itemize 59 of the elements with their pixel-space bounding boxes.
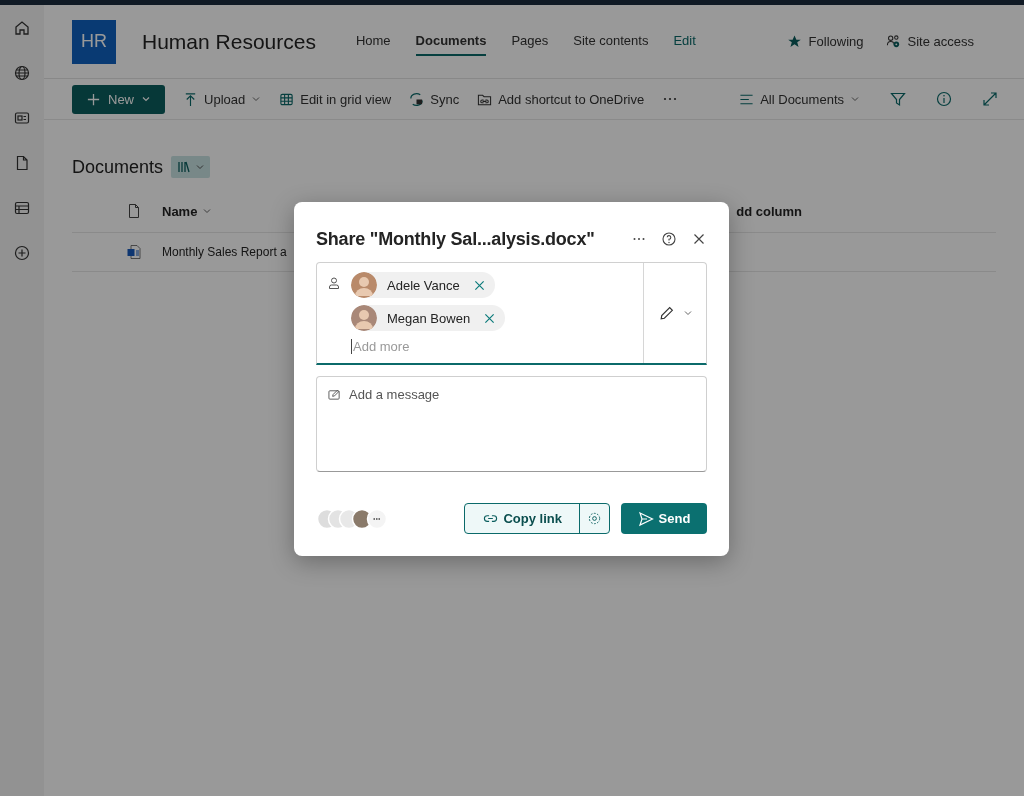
chevron-down-icon bbox=[850, 94, 860, 104]
new-button[interactable]: New bbox=[72, 84, 165, 114]
file-type-icon bbox=[126, 203, 142, 219]
column-header[interactable]: Name bbox=[162, 203, 213, 219]
avatar-icon bbox=[351, 305, 377, 331]
site-title: Human Resources bbox=[142, 29, 316, 54]
edit-link[interactable]: Edit bbox=[673, 27, 696, 56]
send-icon bbox=[637, 510, 654, 527]
expand-icon[interactable] bbox=[982, 91, 998, 107]
remove-icon[interactable] bbox=[484, 312, 496, 324]
following-button[interactable]: Following bbox=[786, 34, 864, 49]
list-icon[interactable] bbox=[13, 199, 31, 217]
recipients-field[interactable]: Adele Vance Megan Bowen Add more bbox=[316, 262, 707, 365]
news-icon[interactable] bbox=[13, 109, 31, 127]
info-icon[interactable] bbox=[936, 91, 952, 107]
globe-icon[interactable] bbox=[13, 64, 31, 82]
library-title: Documents bbox=[72, 156, 164, 178]
library-view-button[interactable] bbox=[171, 156, 211, 178]
nav-tab[interactable]: Pages bbox=[511, 27, 549, 56]
nav-tab[interactable]: Home bbox=[355, 27, 391, 56]
plus-icon bbox=[86, 91, 101, 107]
remove-icon[interactable] bbox=[473, 279, 485, 291]
site-access-button[interactable]: Site access bbox=[885, 34, 974, 49]
nav-tab[interactable]: Documents bbox=[415, 27, 487, 56]
chevron-down-icon bbox=[251, 94, 262, 104]
avatar-icon bbox=[351, 272, 377, 298]
library-icon bbox=[176, 159, 193, 175]
word-document-icon bbox=[126, 244, 142, 260]
column-header[interactable]: dd column bbox=[736, 203, 802, 219]
people-settings-icon bbox=[885, 34, 901, 49]
file-name[interactable]: Monthly Sales Report a bbox=[162, 245, 287, 259]
filter-icon[interactable] bbox=[890, 91, 906, 107]
toolbar-button[interactable]: Add shortcut to OneDrive bbox=[477, 91, 645, 107]
person-icon bbox=[327, 276, 341, 290]
send-button[interactable]: Send bbox=[621, 503, 707, 534]
dialog-title: Share "Monthly Sal...alysis.docx" bbox=[316, 228, 595, 250]
message-field[interactable]: Add a message bbox=[316, 376, 707, 472]
home-icon[interactable] bbox=[13, 19, 31, 37]
nav-tab[interactable]: Site contents bbox=[573, 27, 649, 56]
toolbar-button[interactable]: Edit in grid view bbox=[279, 91, 392, 107]
grid-icon bbox=[279, 91, 295, 107]
chevron-down-icon bbox=[682, 308, 693, 318]
recipient-chip[interactable]: Megan Bowen bbox=[351, 305, 506, 331]
settings-icon bbox=[587, 511, 602, 526]
view-selector[interactable]: All Documents bbox=[739, 91, 860, 107]
sync-icon bbox=[409, 91, 425, 107]
upload-arrow-icon bbox=[183, 91, 198, 107]
help-icon[interactable] bbox=[661, 231, 677, 247]
star-icon bbox=[786, 34, 802, 49]
add-icon[interactable] bbox=[13, 244, 31, 262]
chevron-down-icon bbox=[202, 206, 213, 216]
edit-note-icon bbox=[328, 388, 341, 401]
toolbar-button[interactable]: Upload bbox=[183, 91, 262, 107]
chevron-down-icon bbox=[195, 162, 206, 172]
recipient-chip[interactable]: Adele Vance bbox=[351, 272, 495, 298]
site-logo[interactable]: HR bbox=[72, 19, 116, 64]
chevron-down-icon bbox=[141, 94, 151, 104]
pencil-icon bbox=[657, 304, 675, 322]
toolbar-button[interactable]: Sync bbox=[409, 91, 460, 107]
